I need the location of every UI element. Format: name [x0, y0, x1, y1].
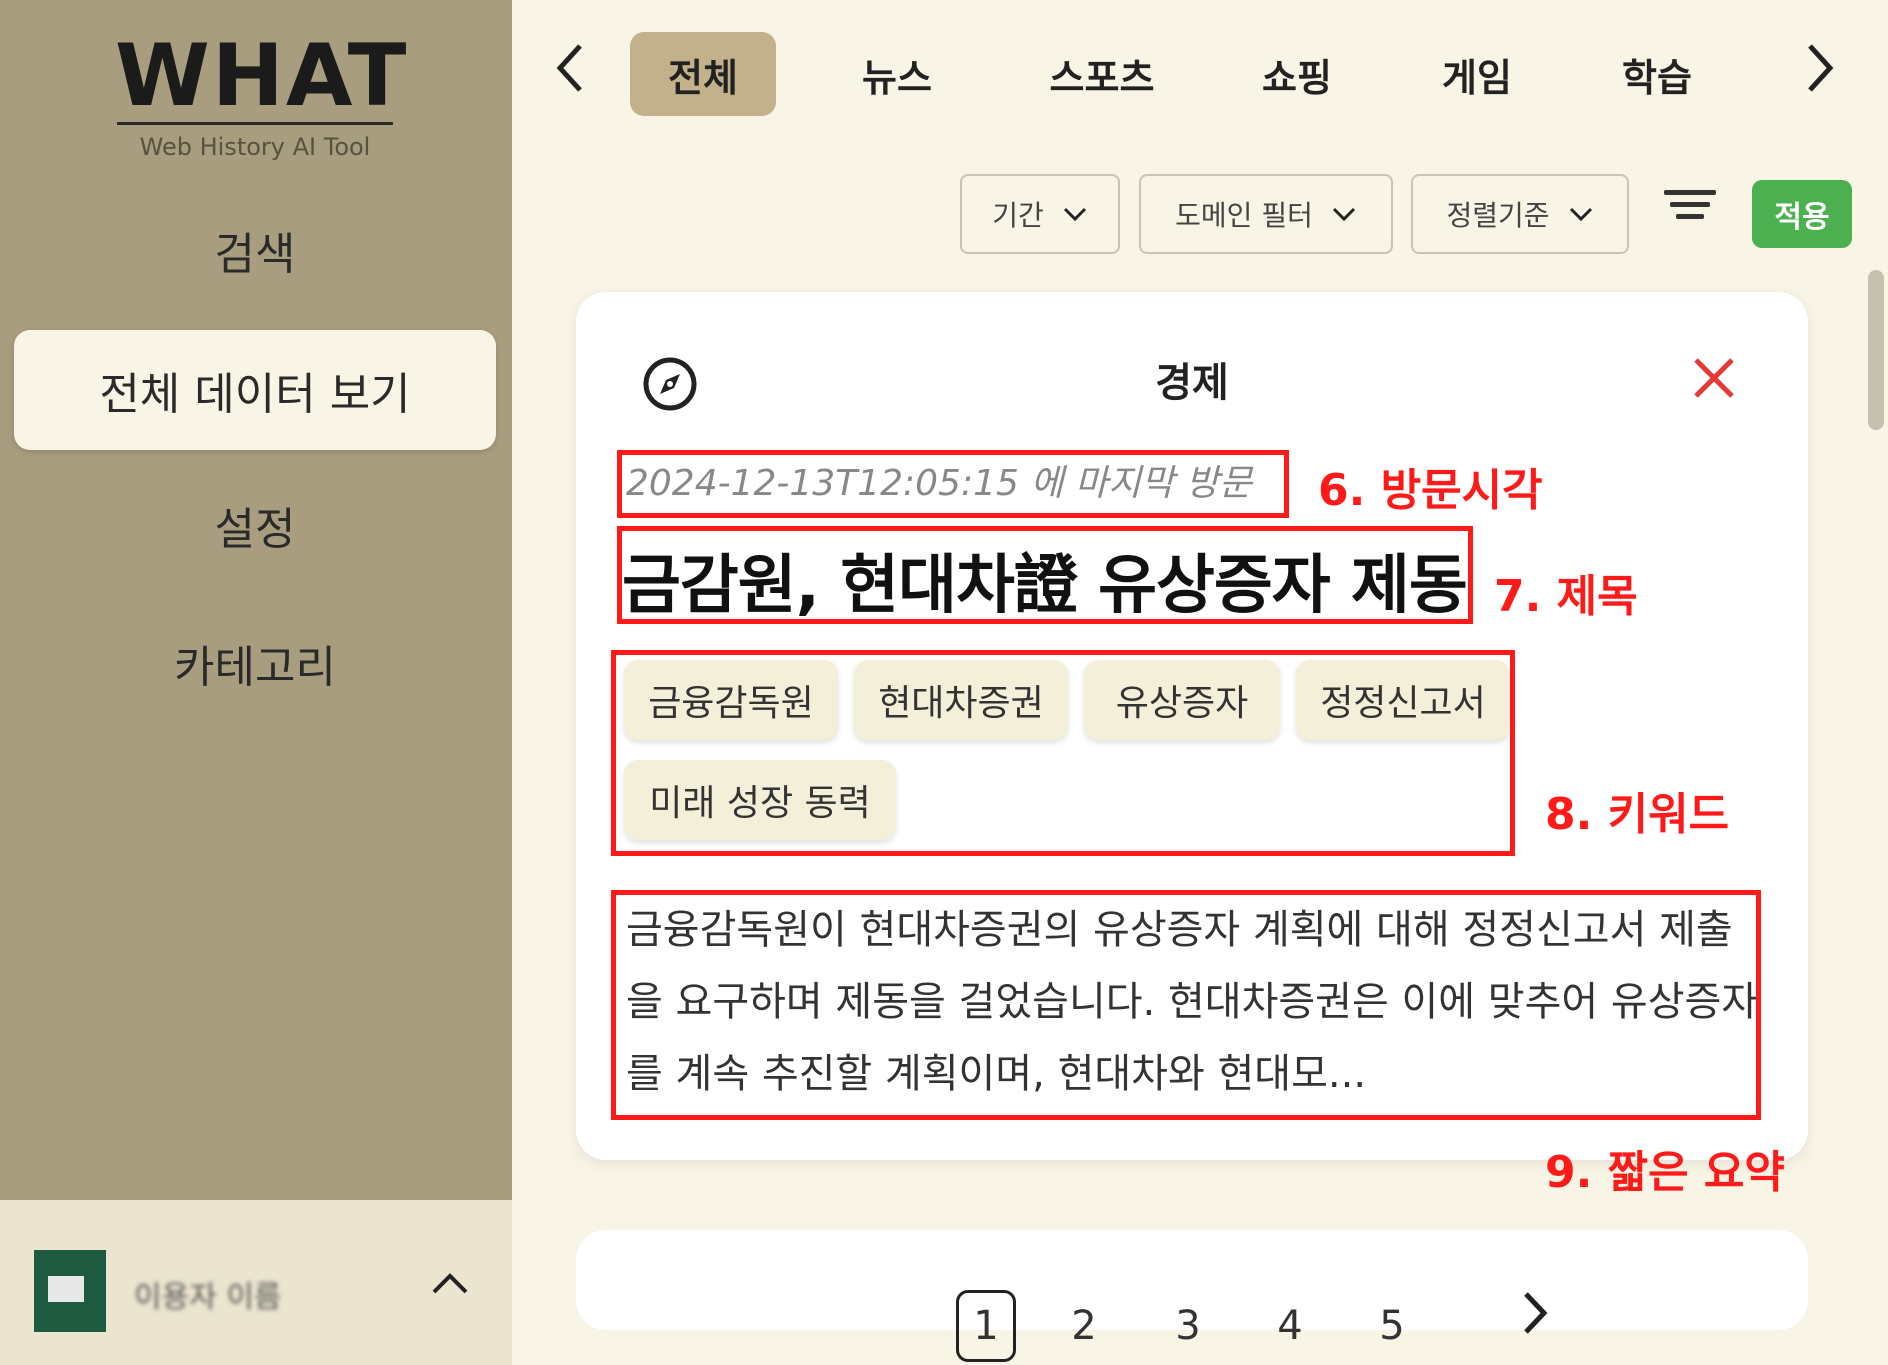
- user-name: 이용자 이름: [134, 1280, 282, 1315]
- tab-learning[interactable]: 학습: [1582, 32, 1732, 116]
- sidebar-item-settings[interactable]: 설정: [14, 465, 496, 585]
- sidebar-item-category[interactable]: 카테고리: [14, 603, 496, 723]
- logo-title: WHAT: [115, 26, 409, 126]
- tabs-prev-icon[interactable]: [552, 40, 588, 108]
- chevron-down-icon: [1568, 199, 1594, 229]
- user-profile[interactable]: 이용자 이름: [0, 1200, 512, 1365]
- sidebar-item-label: 검색: [214, 229, 296, 280]
- sidebar-item-label: 전체 데이터 보기: [99, 369, 411, 420]
- annotation-label: 9. 짧은 요약: [1545, 1147, 1785, 1198]
- category-tabs: 전체 뉴스 스포츠 쇼핑 게임 학습: [512, 0, 1888, 150]
- tab-news[interactable]: 뉴스: [822, 32, 972, 116]
- chevron-down-icon: [1331, 199, 1357, 229]
- tab-game[interactable]: 게임: [1402, 32, 1552, 116]
- period-filter-label: 기간: [992, 199, 1044, 232]
- tab-sports[interactable]: 스포츠: [1012, 32, 1192, 116]
- card-category: 경제: [1155, 360, 1229, 406]
- page-number[interactable]: 5: [1362, 1290, 1422, 1362]
- tab-all[interactable]: 전체: [630, 32, 776, 116]
- next-page-icon[interactable]: [1520, 1290, 1550, 1347]
- chevron-up-icon[interactable]: [430, 1262, 470, 1308]
- annotation-label: 7. 제목: [1494, 571, 1638, 622]
- page-number[interactable]: 1: [956, 1290, 1016, 1362]
- apply-button[interactable]: 적용: [1752, 180, 1852, 248]
- sort-filter[interactable]: 정렬기준: [1411, 174, 1629, 254]
- filter-lines-icon[interactable]: [1664, 190, 1716, 230]
- annotation-label: 8. 키워드: [1545, 789, 1730, 840]
- logo-subtitle: Web History AI Tool: [139, 133, 371, 161]
- page-number[interactable]: 3: [1158, 1290, 1218, 1362]
- domain-filter[interactable]: 도메인 필터: [1139, 174, 1393, 254]
- annotation-label: 6. 방문시각: [1318, 465, 1543, 516]
- logo: WHAT Web History AI Tool: [115, 26, 409, 161]
- sidebar-item-search[interactable]: 검색: [14, 190, 496, 310]
- avatar: [34, 1250, 106, 1332]
- page-number[interactable]: 4: [1260, 1290, 1320, 1362]
- tab-shopping[interactable]: 쇼핑: [1222, 32, 1372, 116]
- annotation-box-title: [617, 526, 1473, 624]
- annotation-box-visit-time: [617, 450, 1289, 518]
- close-icon[interactable]: [1692, 346, 1736, 414]
- domain-filter-label: 도메인 필터: [1175, 199, 1313, 232]
- sidebar-item-label: 카테고리: [174, 642, 336, 693]
- annotation-box-keywords: [611, 650, 1515, 856]
- annotation-box-summary: [611, 890, 1761, 1120]
- compass-icon: [642, 356, 698, 412]
- sidebar: WHAT Web History AI Tool 검색 전체 데이터 보기 설정…: [0, 0, 512, 1365]
- period-filter[interactable]: 기간: [960, 174, 1120, 254]
- sidebar-item-all-data[interactable]: 전체 데이터 보기: [14, 330, 496, 450]
- scrollbar-thumb[interactable]: [1868, 270, 1884, 430]
- page-number[interactable]: 2: [1054, 1290, 1114, 1362]
- chevron-down-icon: [1062, 199, 1088, 229]
- sidebar-item-label: 설정: [214, 504, 296, 555]
- tabs-next-icon[interactable]: [1802, 40, 1838, 108]
- sort-filter-label: 정렬기준: [1446, 199, 1550, 232]
